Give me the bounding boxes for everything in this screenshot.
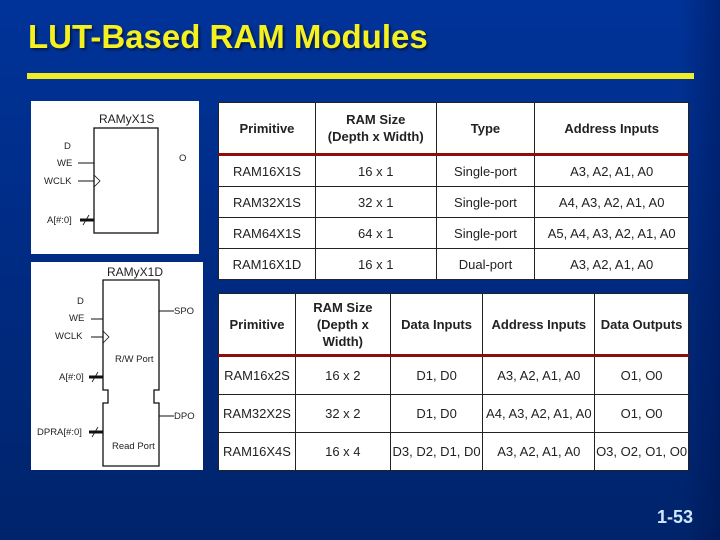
pin-label-d: D	[64, 141, 71, 152]
pin-label-d: D	[77, 296, 84, 307]
header-ram-size: RAM Size (Depth x Width)	[294, 293, 391, 357]
ram-block	[93, 127, 159, 234]
pin-label-wclk: WCLK	[44, 176, 72, 187]
single-port-ram-schematic: RAMyX1S D WE WCLK A[#:0] O	[44, 112, 186, 234]
cell-type: Dual-port	[435, 248, 536, 280]
cell-ram-size: 16 x 2	[294, 355, 391, 395]
table-row: RAM16X4S 16 x 4 D3, D2, D1, D0 A3, A2, A…	[218, 432, 689, 471]
cell-address-inputs: A3, A2, A1, A0	[482, 432, 596, 471]
read-port-label: Read Port	[112, 441, 155, 452]
cell-address-inputs: A4, A3, A2, A1, A0	[482, 394, 596, 433]
slide-title: LUT-Based RAM Modules	[28, 18, 428, 55]
header-text: Address Inputs	[491, 316, 587, 332]
cell-ram-size: 64 x 1	[314, 217, 437, 249]
pin-label-we: WE	[57, 158, 72, 169]
header-data-inputs: Data Inputs	[389, 293, 484, 357]
table-row: RAM32X1S 32 x 1 Single-port A4, A3, A2, …	[218, 186, 689, 218]
cell-ram-size: 16 x 1	[314, 154, 437, 187]
header-subtext: (Depth x Width)	[316, 316, 369, 349]
table-row: RAM16X1D 16 x 1 Dual-port A3, A2, A1, A0	[218, 248, 689, 280]
cell-address-inputs: A3, A2, A1, A0	[482, 355, 596, 395]
table-row: RAM16x2S 16 x 2 D1, D0 A3, A2, A1, A0 O1…	[218, 355, 689, 395]
cell-address-inputs: A4, A3, A2, A1, A0	[534, 186, 689, 218]
header-text: Data Outputs	[600, 316, 683, 332]
header-text: RAM Size	[346, 112, 406, 127]
page-number: 1-53	[656, 507, 693, 527]
pin-label-o: O	[179, 153, 186, 164]
rw-port-label: R/W Port	[115, 354, 154, 365]
dual-port-ram-schematic: RAMyX1D D WE WCLK R/W Port A[#:0] SPO DP…	[37, 265, 195, 467]
cell-primitive: RAM32X2S	[218, 394, 296, 433]
header-text: Primitive	[229, 316, 285, 332]
cell-primitive: RAM32X1S	[218, 186, 316, 218]
header-ram-size: RAM Size (Depth x Width)	[314, 102, 437, 156]
cell-data-outputs: O1, O0	[594, 394, 689, 433]
header-text: Data Inputs	[401, 316, 472, 332]
header-address-inputs: Address Inputs	[534, 102, 689, 156]
cell-primitive: RAM16X4S	[218, 432, 296, 471]
title-underline-rule	[27, 73, 694, 79]
diagram-title: RAMyX1S	[99, 112, 154, 126]
cell-primitive: RAM64X1S	[218, 217, 316, 249]
cell-data-outputs: O3, O2, O1, O0	[594, 432, 689, 471]
pin-label-dpra: DPRA[#:0]	[37, 427, 82, 438]
cell-type: Single-port	[435, 186, 536, 218]
header-text: Address Inputs	[564, 120, 659, 136]
cell-primitive: RAM16X1S	[218, 154, 316, 187]
table-row: RAM32X2S 32 x 2 D1, D0 A4, A3, A2, A1, A…	[218, 394, 689, 433]
single-width-ram-table: Primitive RAM Size (Depth x Width) Type A…	[218, 102, 689, 280]
diagram-title: RAMyX1D	[107, 265, 163, 279]
cell-address-inputs: A3, A2, A1, A0	[534, 248, 689, 280]
table-header-row: Primitive RAM Size (Depth x Width) Data I…	[218, 293, 689, 357]
pin-label-address: A[#:0]	[47, 215, 72, 226]
cell-data-inputs: D3, D2, D1, D0	[389, 432, 484, 471]
cell-ram-size: 32 x 2	[294, 394, 391, 433]
cell-address-inputs: A3, A2, A1, A0	[534, 154, 689, 187]
clock-edge-icon	[93, 174, 101, 188]
cell-ram-size: 32 x 1	[314, 186, 437, 218]
table-header-row: Primitive RAM Size (Depth x Width) Type A…	[218, 102, 689, 156]
header-text: Type	[470, 120, 501, 136]
cell-primitive: RAM16X1D	[218, 248, 316, 280]
cell-ram-size: 16 x 4	[294, 432, 391, 471]
cell-data-inputs: D1, D0	[389, 355, 484, 395]
header-type: Type	[435, 102, 536, 156]
header-primitive: Primitive	[218, 102, 316, 156]
dual-port-ram-diagram: RAMyX1D D WE WCLK R/W Port A[#:0] SPO DP…	[31, 262, 203, 470]
cell-data-outputs: O1, O0	[594, 355, 689, 395]
cell-type: Single-port	[435, 217, 536, 249]
single-port-ram-diagram: RAMyX1S D WE WCLK A[#:0] O	[31, 101, 199, 254]
header-text: Primitive	[239, 120, 295, 136]
header-primitive: Primitive	[218, 293, 296, 357]
cell-address-inputs: A5, A4, A3, A2, A1, A0	[534, 217, 689, 249]
header-data-outputs: Data Outputs	[594, 293, 689, 357]
multi-width-ram-table: Primitive RAM Size (Depth x Width) Data I…	[218, 293, 689, 471]
pin-label-address: A[#:0]	[59, 372, 84, 383]
table-row: RAM64X1S 64 x 1 Single-port A5, A4, A3, …	[218, 217, 689, 249]
header-subtext: (Depth x Width)	[327, 129, 424, 144]
pin-label-wclk: WCLK	[55, 331, 83, 342]
table-row: RAM16X1S 16 x 1 Single-port A3, A2, A1, …	[218, 154, 689, 187]
pin-label-we: WE	[69, 313, 84, 324]
cell-ram-size: 16 x 1	[314, 248, 437, 280]
pin-label-spo: SPO	[174, 306, 194, 317]
cell-primitive: RAM16x2S	[218, 355, 296, 395]
header-text: RAM Size	[313, 299, 373, 315]
ram-block	[102, 279, 160, 467]
cell-data-inputs: D1, D0	[389, 394, 484, 433]
clock-edge-icon	[102, 330, 110, 344]
header-address-inputs: Address Inputs	[482, 293, 596, 357]
cell-type: Single-port	[435, 154, 536, 187]
pin-label-dpo: DPO	[174, 411, 195, 422]
